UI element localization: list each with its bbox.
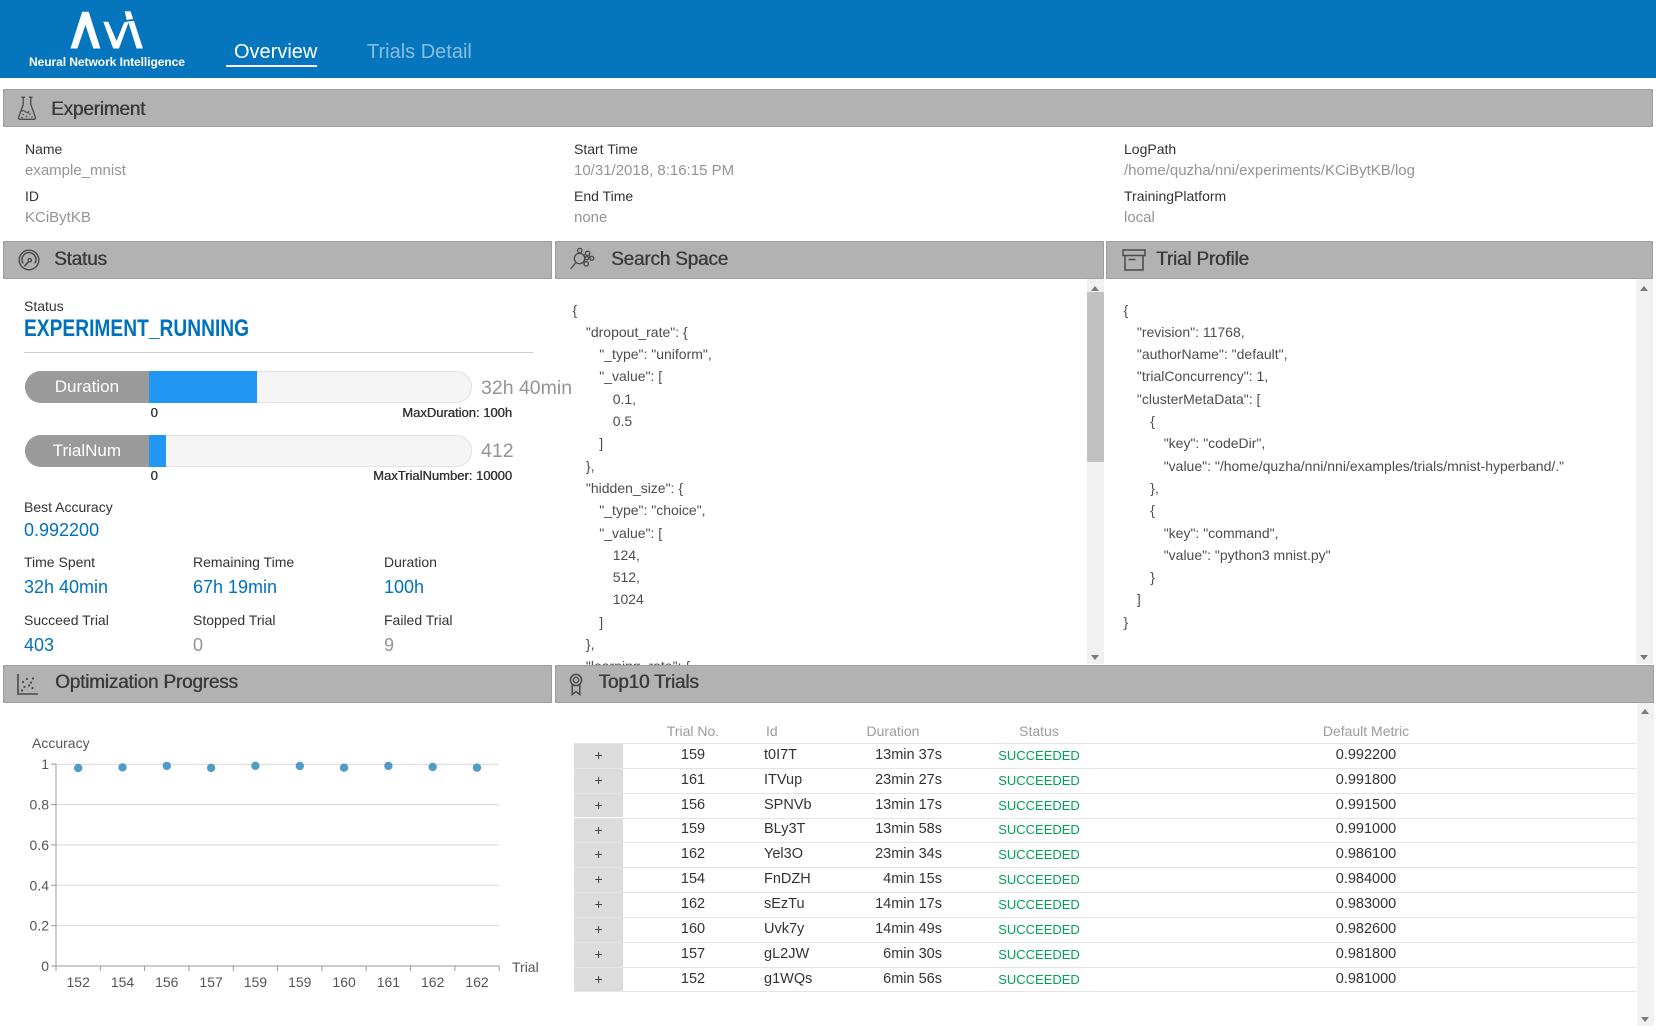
svg-text:157: 157 [199, 974, 223, 990]
svg-text:0.8: 0.8 [30, 797, 50, 813]
svg-text:Accuracy: Accuracy [32, 735, 90, 751]
svg-text:Trial: Trial [512, 959, 539, 975]
svg-text:152: 152 [67, 974, 91, 990]
svg-text:162: 162 [421, 974, 445, 990]
svg-text:162: 162 [465, 974, 489, 990]
svg-text:159: 159 [288, 974, 312, 990]
svg-text:154: 154 [111, 974, 135, 990]
svg-text:161: 161 [377, 974, 401, 990]
svg-text:156: 156 [155, 974, 179, 990]
svg-text:0.4: 0.4 [30, 877, 50, 893]
svg-text:0.2: 0.2 [30, 918, 50, 934]
svg-text:159: 159 [244, 974, 268, 990]
svg-text:0.6: 0.6 [30, 837, 50, 853]
svg-text:160: 160 [332, 974, 356, 990]
svg-text:0: 0 [41, 958, 49, 974]
svg-text:1: 1 [41, 756, 49, 772]
